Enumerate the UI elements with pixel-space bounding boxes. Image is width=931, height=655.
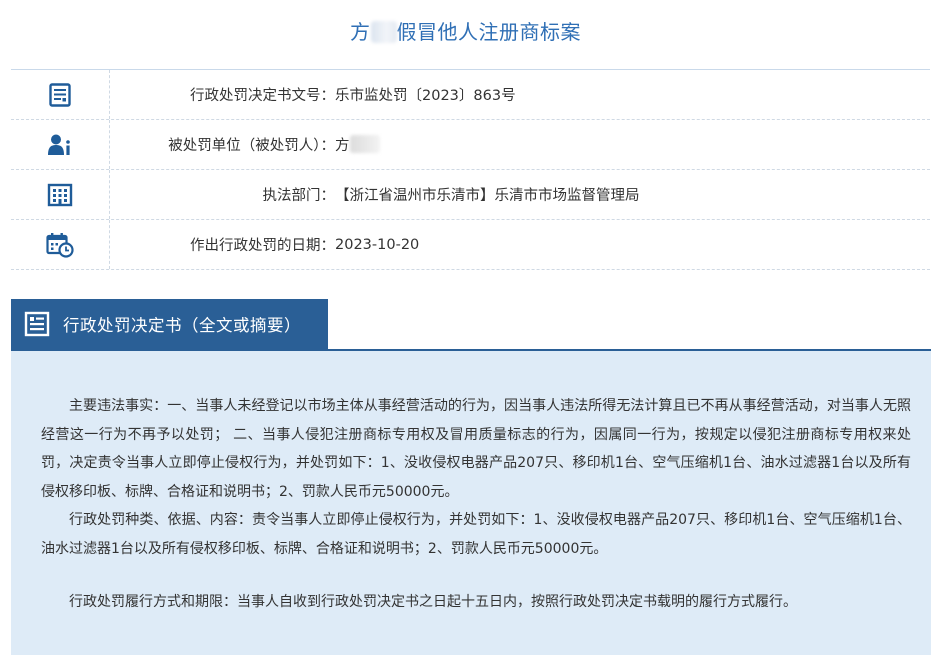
info-row-decision-date: 作出行政处罚的日期： 2023-10-20 [11,220,930,270]
redacted-name-blur [370,21,397,43]
performance-method-paragraph: 行政处罚履行方式和期限：当事人自收到行政处罚决定书之日起十五日内，按照行政处罚决… [69,594,797,610]
page-title: 方 假冒他人注册商标案 [0,16,931,45]
section-title: 行政处罚决定书（全文或摘要） [63,316,301,335]
decision-date-value: 2023-10-20 [335,236,420,253]
calendar-clock-icon [11,220,110,269]
info-row-document-number: 行政处罚决定书文号： 乐市监处罚〔2023〕863号 [11,70,930,120]
penalized-party-value: 方 [335,138,350,154]
penalized-party-value-wrap: 方 [335,134,380,155]
penalty-type-paragraph: 行政处罚种类、依据、内容：责令当事人立即停止侵权行为，并处罚如下：1、没收侵权电… [41,512,911,557]
section-header: 行政处罚决定书（全文或摘要） [11,299,931,351]
redacted-party-blur [349,135,380,153]
info-row-enforcement-dept: 执法部门： 【浙江省温州市乐清市】乐清市市场监督管理局 [11,170,930,220]
decision-date-label: 作出行政处罚的日期： [190,238,335,254]
enforcement-dept-label: 执法部门： [262,188,336,204]
document-number-label: 行政处罚决定书文号： [190,88,335,104]
decision-content-box: 主要违法事实：一、当事人未经登记以市场主体从事经营活动的行为，因当事人违法所得无… [11,351,931,655]
info-row-penalized-party: 被处罚单位（被处罚人）： 方 [11,120,930,170]
building-icon [11,170,110,219]
page-title-prefix: 方 [350,20,371,44]
penalized-party-label: 被处罚单位（被处罚人）： [168,138,335,154]
main-facts-paragraph: 主要违法事实：一、当事人未经登记以市场主体从事经营活动的行为，因当事人违法所得无… [41,398,911,500]
section-tab: 行政处罚决定书（全文或摘要） [11,299,328,349]
case-info-table: 行政处罚决定书文号： 乐市监处罚〔2023〕863号 被处罚单位（被处罚人）： … [11,69,930,270]
document-icon [11,70,110,119]
user-info-icon [11,120,110,169]
page-title-suffix: 假冒他人注册商标案 [396,20,581,44]
document-list-icon [11,311,63,337]
document-number-value: 乐市监处罚〔2023〕863号 [335,88,516,104]
enforcement-dept-value: 【浙江省温州市乐清市】乐清市市场监督管理局 [335,188,640,204]
